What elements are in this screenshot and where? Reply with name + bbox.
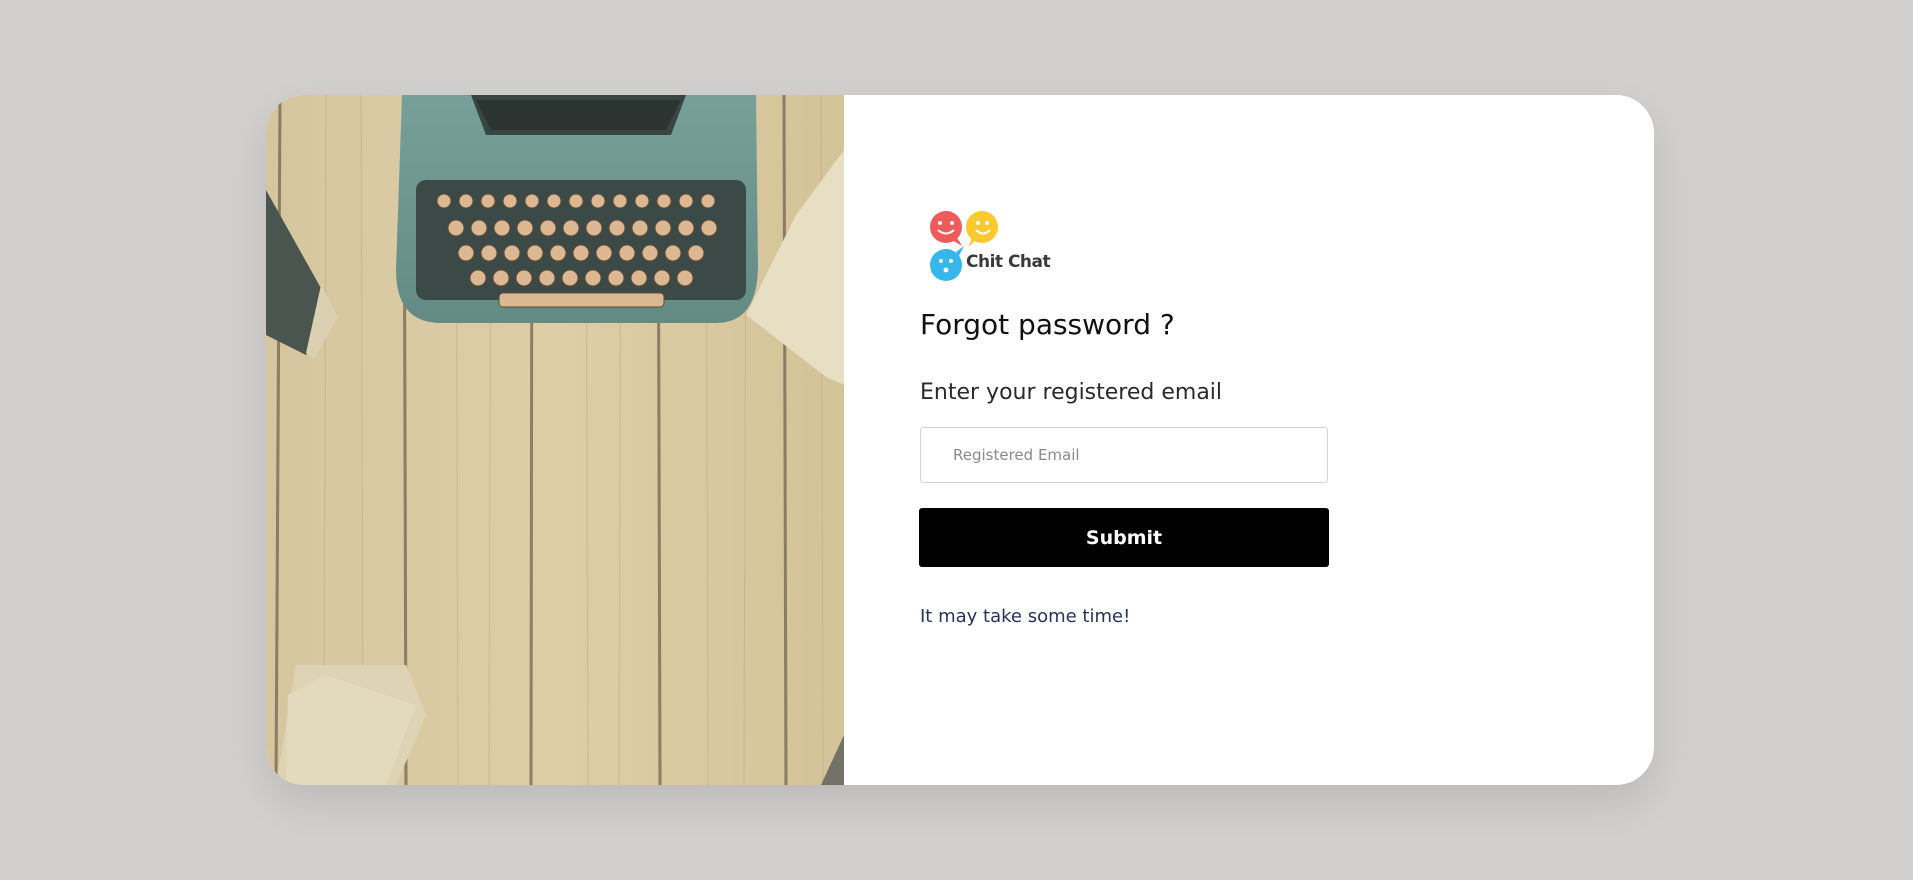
- info-note: It may take some time!: [920, 606, 1131, 627]
- chit-chat-logo: Chit Chat: [926, 210, 1056, 300]
- page-title: Forgot password ?: [920, 308, 1175, 341]
- form-content: Chit Chat Forgot password ? Enter your r…: [266, 95, 1654, 785]
- brand-name: Chit Chat: [966, 252, 1051, 272]
- form-layer: Chit Chat Forgot password ? Enter your r…: [0, 0, 1913, 880]
- submit-button[interactable]: Submit: [919, 508, 1329, 567]
- registered-email-input[interactable]: [920, 427, 1328, 483]
- email-label: Enter your registered email: [920, 380, 1223, 405]
